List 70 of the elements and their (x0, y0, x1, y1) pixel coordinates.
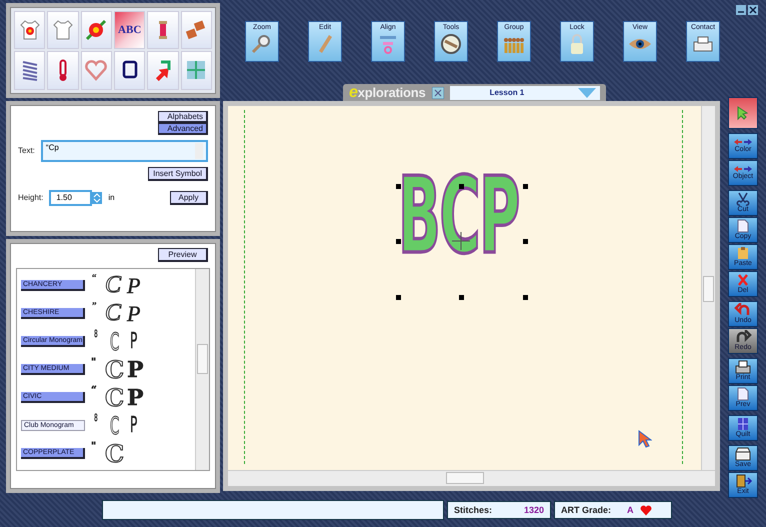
tray-icon (733, 447, 753, 461)
mode-button[interactable]: Advanced (158, 122, 208, 135)
preview-button[interactable]: Preview (158, 248, 208, 262)
flower-icon (84, 18, 108, 42)
unit-label: in (108, 193, 115, 202)
height-label: Height: (18, 193, 44, 202)
font-preview-glyph: 8 (94, 329, 99, 340)
grade-value: A (627, 505, 634, 515)
font-preview-glyph: P (130, 413, 138, 438)
font-preview-glyph: C (105, 272, 123, 299)
text-label: Text: (18, 146, 35, 156)
palette-tile[interactable] (180, 51, 212, 90)
palette-tile[interactable] (180, 11, 212, 50)
palette-tile[interactable] (14, 51, 46, 90)
palette-tile[interactable] (80, 11, 112, 50)
palette-tile[interactable] (147, 51, 179, 90)
shirt-icon (18, 18, 42, 42)
palette-tile[interactable] (80, 51, 112, 90)
stitch-count: 1320 (524, 505, 544, 515)
pointer-cursor-icon (638, 430, 652, 448)
font-preview-glyph: C (110, 412, 120, 440)
font-preview-glyph: C (110, 328, 120, 356)
palette-tile[interactable] (147, 11, 179, 50)
scrollbar[interactable] (228, 470, 715, 486)
font-preview-glyph: P (127, 300, 140, 326)
font-preview-glyph: ” (91, 301, 98, 312)
font-preview-glyph: P (127, 356, 144, 382)
palette-tile[interactable]: ABC (114, 11, 146, 50)
font-preview-glyph: C (105, 439, 126, 468)
palette-tile[interactable] (47, 11, 79, 50)
spinner-icon[interactable] (92, 192, 102, 204)
font-preview-glyph: “ (91, 273, 98, 284)
thermometer-icon (58, 58, 67, 82)
lesson-dropdown[interactable]: Lesson 1 (450, 86, 600, 100)
insert-symbol-button[interactable]: Insert Symbol (148, 166, 208, 181)
stitches-label: Stitches: (454, 505, 492, 515)
font-preview-glyph: 8 (94, 413, 99, 424)
heart-icon (84, 58, 108, 82)
font-preview-glyph: " (91, 357, 98, 368)
font-preview-glyph: P (130, 329, 138, 354)
close-icon[interactable] (748, 5, 758, 15)
scrollbar[interactable] (195, 269, 209, 470)
swap-arrows-icon (733, 165, 753, 173)
heart-icon (640, 504, 652, 516)
height-field[interactable]: 1.50 (49, 190, 92, 206)
swap-arrows-icon (733, 138, 753, 146)
grade-label: ART Grade: (561, 505, 612, 515)
palette-tile[interactable] (14, 11, 46, 50)
side-tool-button[interactable] (728, 97, 758, 129)
font-preview-glyph: " (91, 441, 98, 452)
minimize-icon[interactable] (736, 5, 746, 15)
font-preview-glyph: C (105, 300, 123, 327)
crosshair-icon (452, 232, 470, 250)
font-preview-glyph: C (105, 355, 126, 384)
apply-button[interactable]: Apply (170, 190, 208, 205)
explorations-logo: explorations (349, 84, 426, 102)
dropdown-arrow-icon (578, 88, 596, 98)
dial-icon (439, 33, 463, 55)
close-icon[interactable] (432, 86, 444, 98)
font-preview-glyph: C (105, 383, 126, 412)
font-preview-glyph: P (127, 384, 144, 410)
text-input-field[interactable]: “Cp (40, 140, 208, 162)
font-preview-glyph: P (127, 272, 140, 298)
scrollbar[interactable] (701, 106, 715, 470)
shirt-icon (50, 18, 75, 42)
mode-button[interactable]: Alphabets (158, 110, 208, 123)
font-preview-glyph: “ (91, 385, 98, 396)
printer-icon (733, 360, 753, 374)
palette-tile[interactable] (114, 51, 146, 90)
palette-tile[interactable] (47, 51, 79, 90)
